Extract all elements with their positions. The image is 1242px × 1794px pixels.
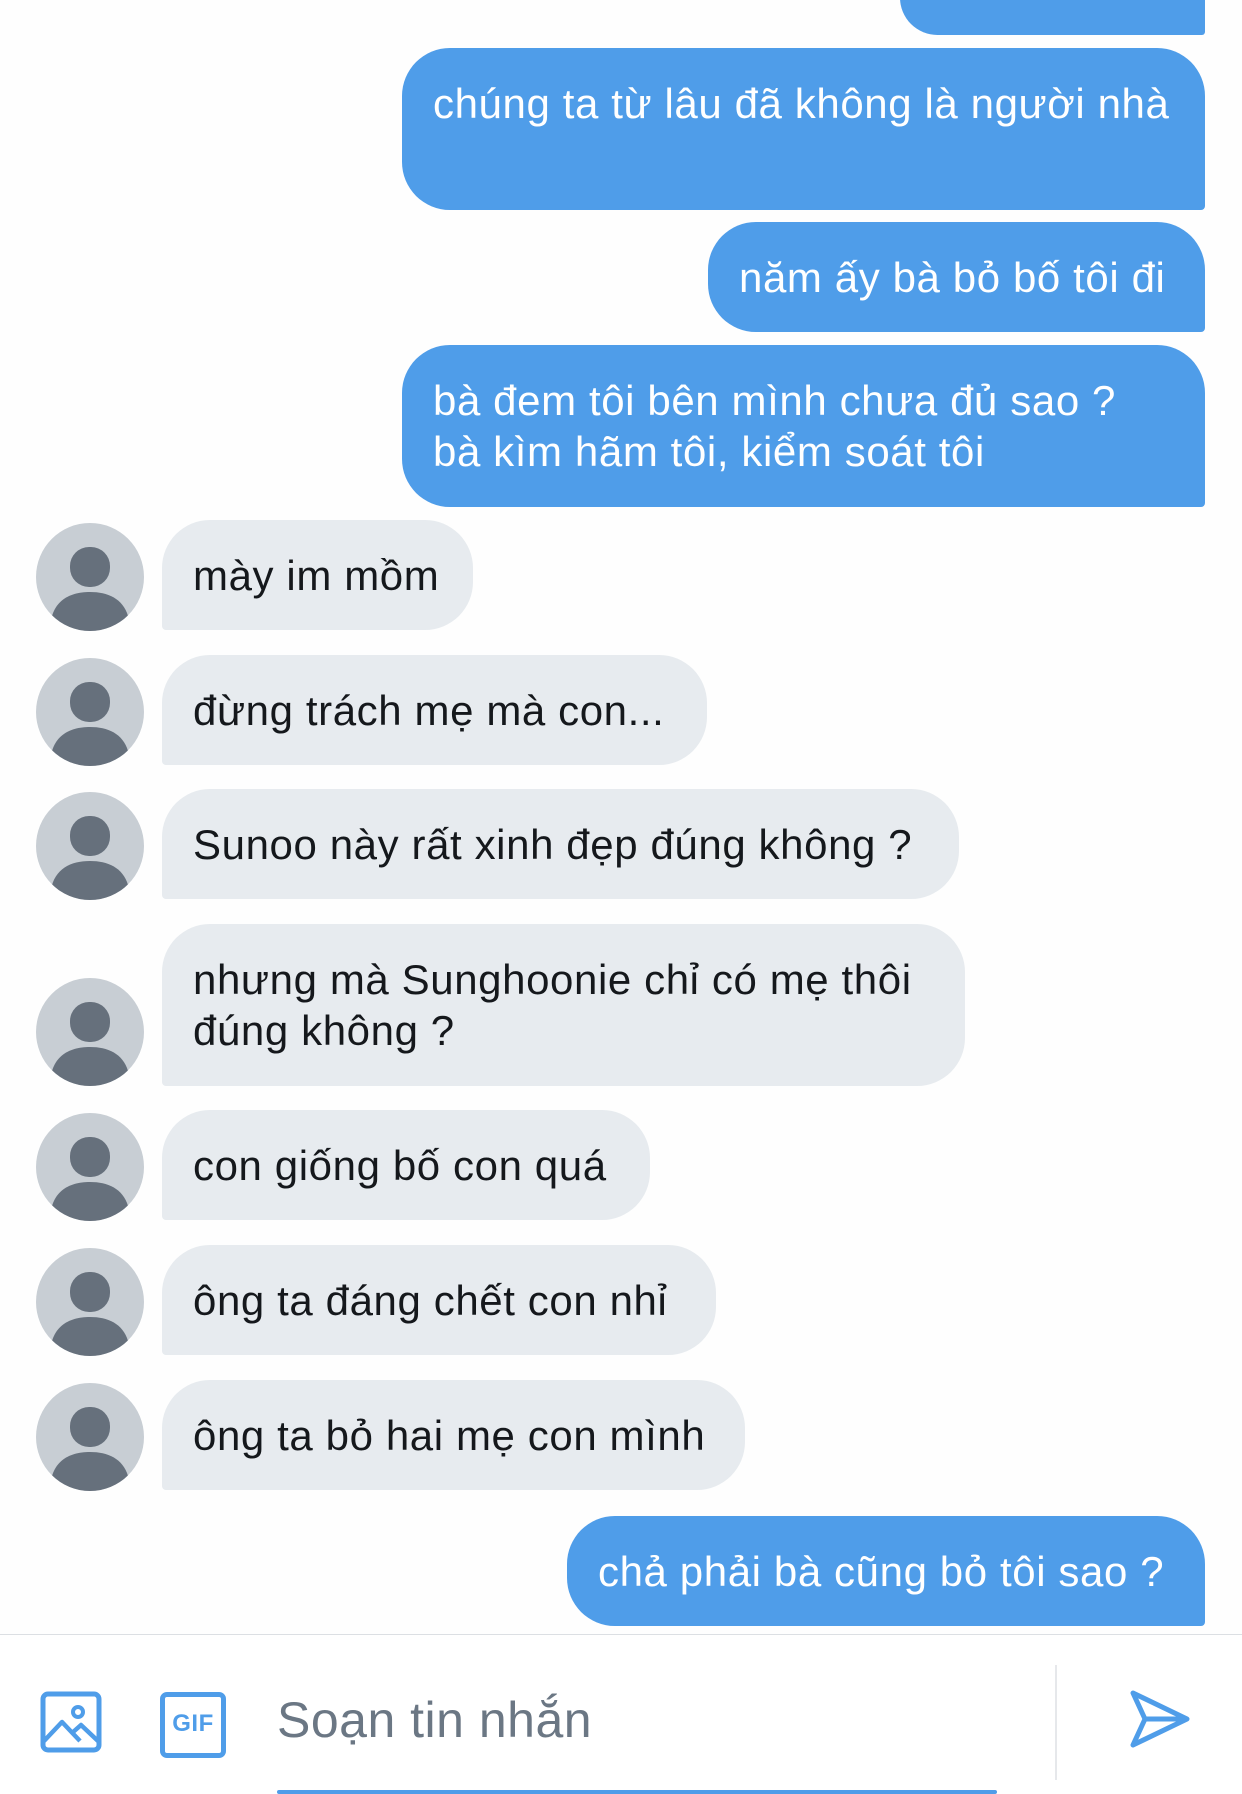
- default-profile-icon: [50, 547, 130, 631]
- input-focus-underline: [277, 1790, 997, 1794]
- message-text: con giống bố con quá: [193, 1142, 607, 1189]
- default-profile-icon: [50, 1002, 130, 1086]
- message-text: mày im mồm: [193, 552, 440, 599]
- message-text: bà đem tôi bên mình chưa đủ sao ? bà kìm…: [433, 377, 1117, 475]
- default-profile-icon: [50, 682, 130, 766]
- message-text: ông ta đáng chết con nhỉ: [193, 1277, 668, 1324]
- image-icon[interactable]: [40, 1691, 102, 1753]
- contact-avatar[interactable]: [36, 792, 144, 900]
- message-composer: GIF Soạn tin nhắn: [0, 1634, 1242, 1794]
- contact-avatar[interactable]: [36, 1248, 144, 1356]
- contact-avatar[interactable]: [36, 658, 144, 766]
- message-text: nhưng mà Sunghoonie chỉ có mẹ thôi đúng …: [193, 956, 912, 1054]
- outgoing-message[interactable]: bà đem tôi bên mình chưa đủ sao ? bà kìm…: [402, 345, 1205, 507]
- message-text: chúng ta từ lâu đã không là người nhà: [433, 80, 1170, 127]
- gif-button[interactable]: GIF: [160, 1692, 226, 1758]
- incoming-message[interactable]: mày im mồm: [162, 520, 473, 630]
- message-text: Sunoo này rất xinh đẹp đúng không ?: [193, 821, 913, 868]
- message-input-placeholder: Soạn tin nhắn: [277, 1692, 593, 1748]
- incoming-message[interactable]: ông ta đáng chết con nhỉ: [162, 1245, 716, 1355]
- outgoing-message[interactable]: chúng ta từ lâu đã không là người nhà: [402, 48, 1205, 210]
- contact-avatar[interactable]: [36, 523, 144, 631]
- default-profile-icon: [50, 1137, 130, 1221]
- message-text: chả phải bà cũng bỏ tôi sao ?: [598, 1548, 1165, 1595]
- message-text: đừng trách mẹ mà con...: [193, 687, 665, 734]
- default-profile-icon: [50, 1407, 130, 1491]
- contact-avatar[interactable]: [36, 1113, 144, 1221]
- message-thread[interactable]: chúng ta từ lâu đã không là người nhà nă…: [0, 0, 1242, 1634]
- incoming-message[interactable]: nhưng mà Sunghoonie chỉ có mẹ thôi đúng …: [162, 924, 965, 1086]
- incoming-message[interactable]: Sunoo này rất xinh đẹp đúng không ?: [162, 789, 959, 899]
- contact-avatar[interactable]: [36, 978, 144, 1086]
- outgoing-message-partial[interactable]: [900, 0, 1205, 35]
- contact-avatar[interactable]: [36, 1383, 144, 1491]
- gif-label: GIF: [172, 1710, 214, 1737]
- composer-divider: [1055, 1665, 1057, 1780]
- outgoing-message[interactable]: chả phải bà cũng bỏ tôi sao ?: [567, 1516, 1205, 1626]
- default-profile-icon: [50, 816, 130, 900]
- incoming-message[interactable]: con giống bố con quá: [162, 1110, 650, 1220]
- outgoing-message[interactable]: năm ấy bà bỏ bố tôi đi: [708, 222, 1205, 332]
- incoming-message[interactable]: ông ta bỏ hai mẹ con mình: [162, 1380, 745, 1490]
- incoming-message[interactable]: đừng trách mẹ mà con...: [162, 655, 707, 765]
- send-icon[interactable]: [1127, 1687, 1191, 1751]
- message-text: năm ấy bà bỏ bố tôi đi: [739, 254, 1166, 301]
- message-text: ông ta bỏ hai mẹ con mình: [193, 1412, 706, 1459]
- message-input[interactable]: Soạn tin nhắn: [277, 1691, 592, 1749]
- default-profile-icon: [50, 1272, 130, 1356]
